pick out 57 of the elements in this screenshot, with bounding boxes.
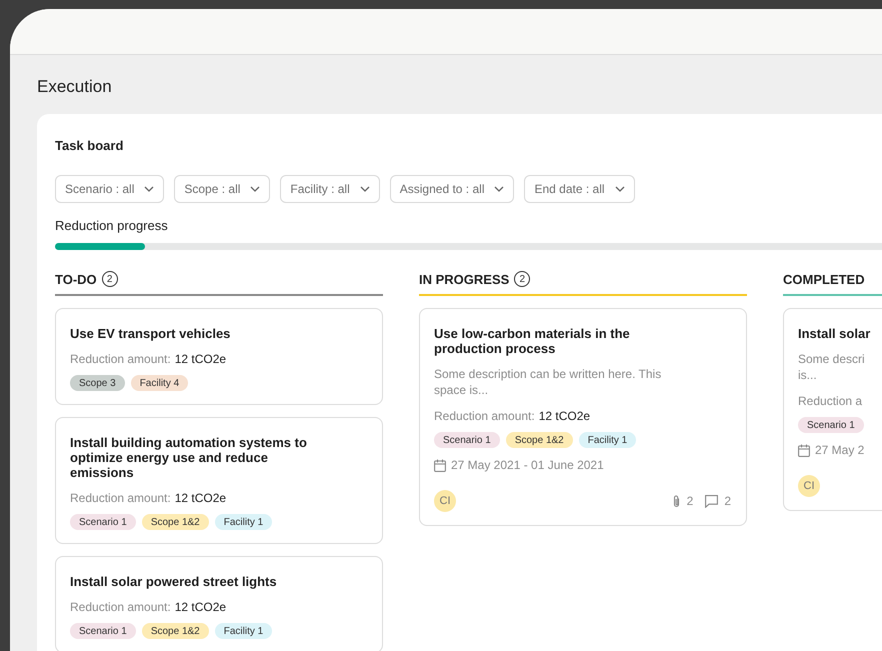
date-range: 27 May 2 — [815, 442, 864, 459]
reduction-amount: Reduction amount: 12 tCO2e — [434, 408, 590, 425]
date-range: 27 May 2021 - 01 June 2021 — [451, 457, 604, 474]
column-title: IN PROGRESS — [419, 270, 510, 288]
chevron-down-icon — [144, 186, 154, 192]
task-card[interactable]: Install solar Some descri is... Reduction a Scenario 1 27 May 2 CI — [783, 308, 882, 511]
task-card[interactable]: Install building automation systems to optimize energy use and reduce emissions Reduction amount: 12 tCO2e Scenario 1 Scope 1&2 Facility 1 — [55, 417, 383, 544]
page-title: Execution — [37, 76, 112, 98]
reduction-amount: Reduction a — [798, 393, 862, 410]
reduction-amount: Reduction amount: 12 tCO2e — [70, 490, 226, 507]
card-description: Some descri is... — [798, 351, 866, 383]
filter-dropdown[interactable]: Assigned to : all — [390, 174, 514, 202]
tag: Scope 3 — [70, 375, 125, 391]
tag: Facility 1 — [214, 514, 272, 530]
tag: Facility 1 — [214, 623, 272, 639]
card-title: Use EV transport vehicles — [70, 326, 232, 341]
card-title: Install solar — [798, 326, 872, 341]
count-badge: 2 — [102, 271, 118, 288]
tag: Scenario 1 — [434, 432, 500, 448]
tag: Scenario 1 — [70, 514, 136, 530]
card-description: Some description can be written here. This space is... — [434, 366, 662, 398]
task-card[interactable]: Use low-carbon materials in the production process Some description can be written here. This space is... Reduction amount: 12 tCO2e Scenario 1 Scope 1&2 Facility 1 27 May 2021 - 01 June 2021 CI 2 2 — [419, 308, 747, 526]
card-title: Use low-carbon materials in the production process — [434, 326, 631, 356]
attachment-count: 2 — [686, 493, 694, 510]
chevron-down-icon — [614, 186, 625, 192]
calendar-icon — [434, 458, 446, 472]
filter-dropdown[interactable]: Scope : all — [174, 174, 270, 202]
filter-dropdown[interactable]: Scenario : all — [55, 174, 164, 202]
tag: Facility 4 — [130, 375, 188, 391]
paperclip-icon — [672, 494, 681, 508]
count-badge: 2 — [514, 271, 530, 288]
tag: Scope 1&2 — [506, 432, 573, 448]
tag: Scenario 1 — [798, 417, 864, 433]
avatar: CI — [434, 490, 456, 512]
filter-dropdown[interactable]: Facility : all — [280, 174, 380, 202]
calendar-icon — [798, 444, 810, 456]
card-title: Install solar powered street lights — [70, 574, 278, 589]
board-title: Task board — [55, 136, 124, 154]
comment-count: 2 — [724, 493, 731, 510]
column-title: TO-DO — [55, 270, 97, 288]
column-title: COMPLETED — [783, 270, 865, 288]
tag: Scenario 1 — [70, 623, 136, 639]
chevron-down-icon — [250, 186, 260, 192]
filter-dropdown[interactable]: End date : all — [524, 174, 635, 202]
comment-icon — [705, 494, 718, 508]
chevron-down-icon — [494, 186, 504, 192]
tag: Scope 1&2 — [142, 514, 209, 530]
tag: Facility 1 — [578, 432, 636, 448]
chevron-down-icon — [360, 186, 370, 192]
task-card[interactable]: Use EV transport vehicles Reduction amount: 12 tCO2e Scope 3 Facility 4 — [55, 308, 383, 405]
card-title: Install building automation systems to optimize energy use and reduce emissions — [70, 435, 308, 480]
reduction-amount: Reduction amount: 12 tCO2e — [70, 351, 226, 368]
progress-label: Reduction progress — [55, 216, 168, 235]
avatar: CI — [798, 475, 820, 497]
task-card[interactable]: Install solar powered street lights Reduction amount: 12 tCO2e Scenario 1 Scope 1&2 Facility 1 — [55, 556, 383, 651]
tag: Scope 1&2 — [142, 623, 209, 639]
reduction-amount: Reduction amount: 12 tCO2e — [70, 599, 226, 616]
